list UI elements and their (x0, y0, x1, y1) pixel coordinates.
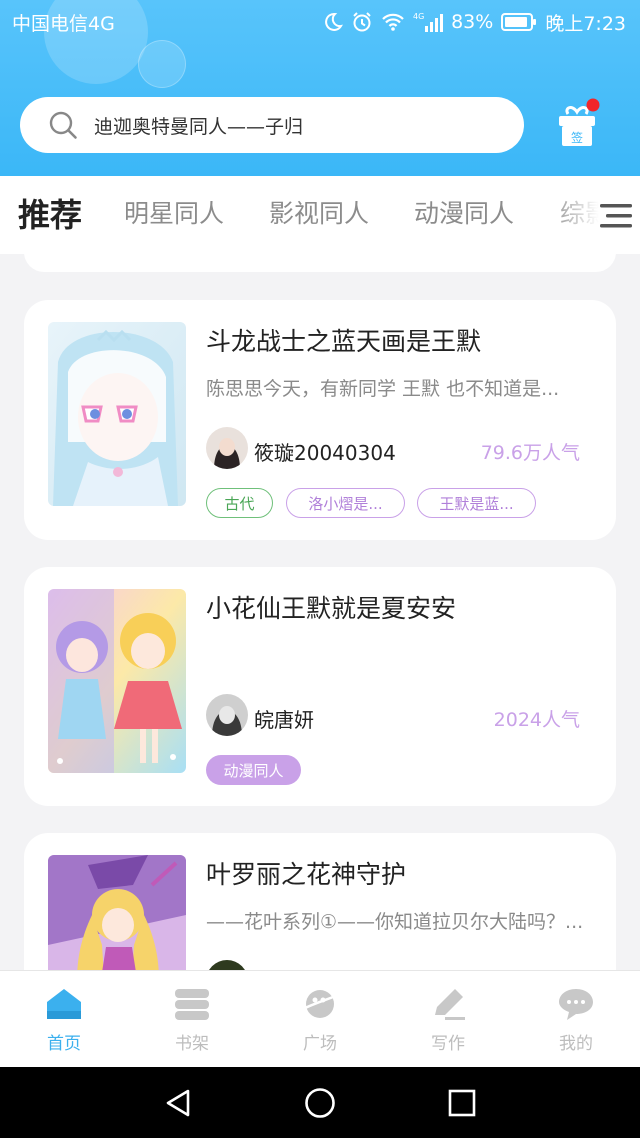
moon-icon (325, 12, 344, 31)
clock: 晚上7:23 (545, 12, 626, 35)
status-icons: 4G 83% 晚上7:23 (323, 9, 626, 36)
network-badge: 4G (413, 12, 424, 21)
popularity-count: 79.6万人气 (480, 442, 580, 464)
nav-bookshelf-label: 书架 (175, 1034, 209, 1054)
battery-percent: 83% (451, 11, 494, 33)
nav-mine[interactable]: 我的 (512, 971, 640, 1068)
alarm-icon (353, 12, 371, 32)
nav-square[interactable]: 广场 (256, 971, 384, 1068)
write-icon (435, 989, 465, 1020)
nav-home[interactable]: 首页 (0, 971, 128, 1068)
book-title[interactable]: 小花仙王默就是夏安安 (206, 589, 456, 625)
search-hint: 迪迦奥特曼同人——子归 (94, 115, 304, 138)
nav-write[interactable]: 写作 (384, 971, 512, 1068)
signal-icon: 4G (413, 12, 444, 32)
tab-anime[interactable]: 动漫同人 (414, 194, 514, 230)
book-card[interactable]: 斗龙战士之蓝天画是王默 陈思思今天，有新同学 王默 也不知道是... 筱璇200… (24, 300, 616, 540)
checkin-label: 签 (571, 130, 583, 145)
search-bar[interactable]: 迪迦奥特曼同人——子归 (20, 97, 524, 153)
book-cover (48, 322, 186, 506)
carrier-label: 中国电信4G (12, 12, 115, 35)
tab-recommend[interactable]: 推荐 (18, 190, 82, 236)
book-description: ——花叶系列①——你知道拉贝尔大陆吗？... (206, 911, 584, 933)
book-tag[interactable]: 动漫同人 (206, 755, 301, 785)
search-icon (49, 111, 77, 139)
book-cover (48, 589, 186, 773)
battery-icon (501, 13, 537, 31)
nav-bookshelf[interactable]: 书架 (128, 971, 256, 1068)
wifi-icon (382, 13, 404, 31)
home-icon (47, 989, 81, 1019)
book-tag[interactable]: 洛小熠是... (286, 488, 405, 518)
tab-celebrity[interactable]: 明星同人 (124, 194, 224, 230)
app-screen: 中国电信4G 4G 83% 晚上7:23 迪迦奥特曼同人——子归 签 推荐 明星… (0, 0, 640, 1138)
popularity-count: 2024人气 (493, 709, 580, 731)
recents-icon[interactable] (448, 1089, 476, 1117)
notification-dot (586, 98, 600, 112)
bottom-nav: 首页 书架 广场 写作 我的 (0, 970, 640, 1067)
home-button-icon[interactable] (304, 1087, 336, 1119)
nav-home-label: 首页 (47, 1034, 81, 1054)
author-name[interactable]: 筱璇20040304 (254, 437, 396, 466)
avatar[interactable] (206, 694, 248, 736)
chat-bubble-icon (559, 989, 593, 1020)
nav-mine-label: 我的 (559, 1034, 593, 1054)
bookshelf-icon (175, 989, 209, 1020)
header: 中国电信4G 4G 83% 晚上7:23 迪迦奥特曼同人——子归 签 (0, 0, 640, 176)
book-tag[interactable]: 王默是蓝... (417, 488, 536, 518)
decor-bubble (138, 40, 186, 88)
nav-write-label: 写作 (431, 1034, 465, 1054)
checkin-button[interactable]: 签 (556, 98, 600, 148)
author-name[interactable]: 皖唐妍 (254, 704, 314, 733)
book-title[interactable]: 斗龙战士之蓝天画是王默 (206, 322, 481, 358)
avatar[interactable] (206, 427, 248, 469)
book-card[interactable]: 小花仙王默就是夏安安 皖唐妍 2024人气 动漫同人 (24, 567, 616, 806)
book-description: 陈思思今天，有新同学 王默 也不知道是... (206, 378, 560, 400)
menu-icon[interactable] (598, 200, 634, 232)
book-card-partial[interactable] (24, 232, 616, 272)
tab-film[interactable]: 影视同人 (269, 194, 369, 230)
book-title[interactable]: 叶罗丽之花神守护 (206, 855, 406, 891)
nav-square-label: 广场 (303, 1034, 337, 1054)
system-nav-bar (0, 1067, 640, 1138)
back-icon[interactable] (164, 1088, 192, 1118)
book-tag[interactable]: 古代 (206, 488, 273, 518)
status-bar: 中国电信4G 4G 83% 晚上7:23 (0, 0, 640, 44)
planet-icon (302, 990, 339, 1018)
